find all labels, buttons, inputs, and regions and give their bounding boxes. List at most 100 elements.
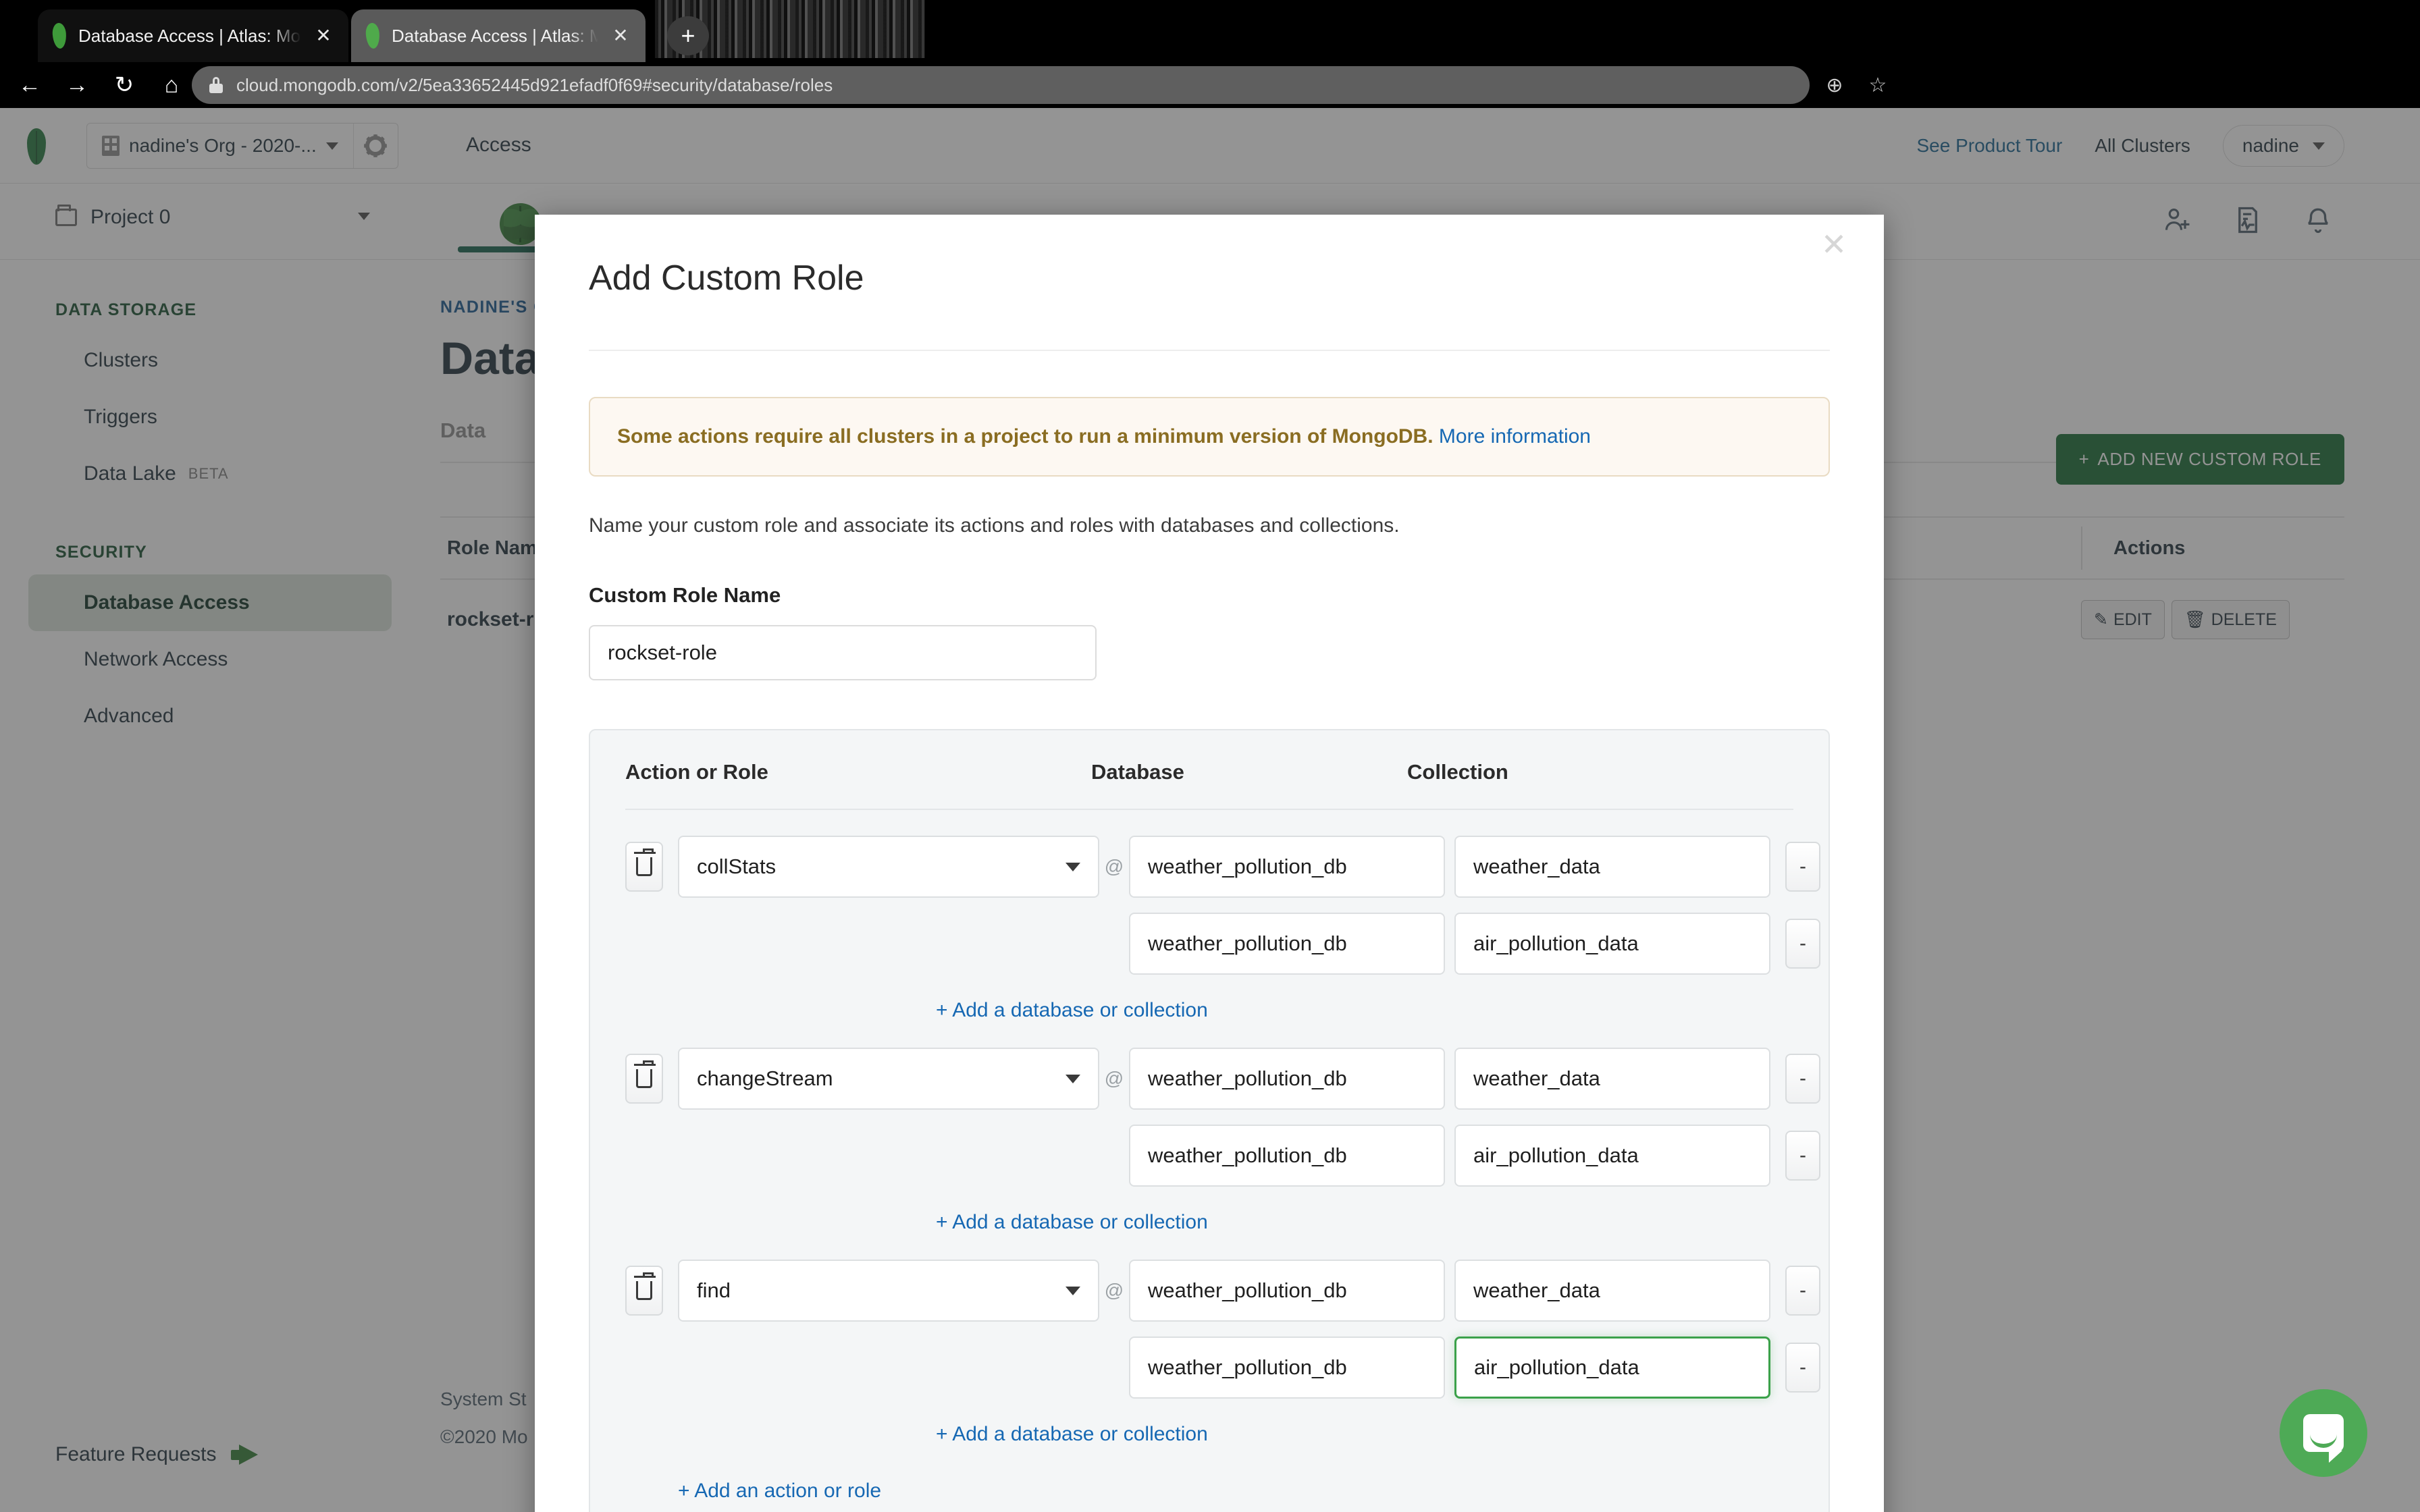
atlas-page: nadine's Org - 2020-... Access See Produ… (0, 108, 2420, 1512)
collection-input[interactable]: weather_data (1454, 836, 1770, 898)
remove-target-button[interactable]: - (1785, 1131, 1820, 1181)
action-group: changeStream @ weather_pollution_db weat… (625, 1022, 1820, 1234)
add-database-or-collection-link[interactable]: + Add a database or collection (936, 999, 1793, 1022)
mongodb-leaf-favicon (51, 22, 68, 49)
browser-tab-1[interactable]: Database Access | Atlas: Mong ✕ (38, 9, 348, 62)
new-tab-button[interactable]: + (667, 16, 709, 55)
action-select-value: collStats (697, 855, 777, 878)
trash-icon (634, 848, 656, 876)
remove-target-button[interactable]: - (1785, 842, 1820, 892)
action-select[interactable]: changeStream (678, 1048, 1099, 1110)
action-target-row: weather_pollution_db air_pollution_data … (625, 1336, 1820, 1399)
chevron-down-icon (1066, 862, 1080, 871)
bookmark-star-icon[interactable]: ☆ (1860, 67, 1896, 103)
remove-target-button[interactable]: - (1785, 919, 1820, 969)
collection-value: air_pollution_data (1473, 932, 1639, 955)
trash-icon (634, 1272, 656, 1300)
action-select-value: find (697, 1278, 731, 1302)
omnibox-actions: ⊕ ☆ (1816, 66, 1896, 104)
divider (589, 350, 1830, 351)
custom-role-name-input[interactable]: rockset-role (589, 625, 1097, 680)
database-input[interactable]: weather_pollution_db (1129, 1125, 1445, 1187)
home-icon[interactable]: ⌂ (154, 68, 189, 103)
zoom-icon[interactable]: ⊕ (1816, 67, 1853, 103)
add-database-or-collection-link[interactable]: + Add a database or collection (936, 1211, 1793, 1234)
back-icon[interactable]: ← (12, 68, 47, 103)
close-icon[interactable]: ✕ (1815, 227, 1853, 265)
database-input[interactable]: weather_pollution_db (1129, 836, 1445, 898)
chat-bubble-icon (2303, 1414, 2344, 1463)
browser-tab-title: Database Access | Atlas: Mong (392, 25, 598, 46)
actions-panel: Action or Role Database Collection collS… (589, 729, 1830, 1512)
add-custom-role-modal: ✕ Add Custom Role Some actions require a… (535, 215, 1884, 1512)
trash-icon (634, 1060, 656, 1088)
collection-value: weather_data (1473, 855, 1600, 878)
at-symbol: @ (1104, 1068, 1124, 1089)
database-input[interactable]: weather_pollution_db (1129, 1048, 1445, 1110)
action-target-row: weather_pollution_db air_pollution_data … (625, 913, 1820, 975)
reload-icon[interactable]: ↻ (107, 68, 142, 103)
custom-role-name-value: rockset-role (608, 641, 717, 664)
collection-input-focused[interactable]: air_pollution_data (1454, 1336, 1770, 1399)
more-information-link[interactable]: More information (1439, 425, 1591, 448)
column-header-collection: Collection (1407, 760, 1508, 784)
collection-value: weather_data (1473, 1066, 1600, 1090)
collection-input[interactable]: air_pollution_data (1454, 913, 1770, 975)
action-row: changeStream @ weather_pollution_db weat… (625, 1048, 1820, 1110)
at-symbol: @ (1104, 856, 1124, 877)
browser-chrome: Database Access | Atlas: Mong ✕ Database… (0, 0, 2420, 169)
browser-tab-title: Database Access | Atlas: Mong (78, 25, 301, 46)
action-row: find @ weather_pollution_db weather_data… (625, 1260, 1820, 1322)
action-select[interactable]: find (678, 1260, 1099, 1322)
action-target-row: weather_pollution_db air_pollution_data … (625, 1125, 1820, 1187)
browser-navbar: ← → ↻ ⌂ cloud.mongodb.com/v2/5ea33652445… (0, 62, 2420, 169)
action-group: find @ weather_pollution_db weather_data… (625, 1234, 1820, 1446)
close-icon[interactable]: ✕ (610, 26, 631, 45)
database-value: weather_pollution_db (1148, 932, 1347, 955)
forward-icon[interactable]: → (59, 68, 95, 103)
collection-value: weather_data (1473, 1278, 1600, 1302)
database-value: weather_pollution_db (1148, 855, 1347, 878)
address-bar[interactable]: cloud.mongodb.com/v2/5ea33652445d921efad… (192, 66, 1810, 104)
chevron-down-icon (1066, 1286, 1080, 1295)
mongodb-leaf-favicon (365, 22, 381, 49)
collection-value: air_pollution_data (1473, 1143, 1639, 1167)
database-input[interactable]: weather_pollution_db (1129, 1260, 1445, 1322)
action-row: collStats @ weather_pollution_db weather… (625, 836, 1820, 898)
collection-input[interactable]: weather_data (1454, 1048, 1770, 1110)
collection-input[interactable]: weather_data (1454, 1260, 1770, 1322)
tab-strip: Database Access | Atlas: Mong ✕ Database… (0, 0, 2420, 62)
warning-text: Some actions require all clusters in a p… (617, 425, 1433, 448)
browser-tab-2[interactable]: Database Access | Atlas: Mong ✕ (351, 9, 646, 62)
add-action-or-role-link[interactable]: + Add an action or role (678, 1480, 1793, 1503)
delete-action-button[interactable] (625, 1054, 663, 1104)
remove-target-button[interactable]: - (1785, 1266, 1820, 1316)
database-value: weather_pollution_db (1148, 1278, 1347, 1302)
modal-title: Add Custom Role (589, 259, 864, 298)
action-select[interactable]: collStats (678, 836, 1099, 898)
address-bar-url: cloud.mongodb.com/v2/5ea33652445d921efad… (236, 74, 833, 95)
column-header-action-or-role: Action or Role (625, 760, 768, 784)
add-database-or-collection-link[interactable]: + Add a database or collection (936, 1423, 1793, 1446)
delete-action-button[interactable] (625, 1266, 663, 1316)
close-icon[interactable]: ✕ (313, 26, 334, 45)
helper-text: Name your custom role and associate its … (589, 514, 1400, 537)
warning-banner: Some actions require all clusters in a p… (589, 397, 1830, 477)
database-value: weather_pollution_db (1148, 1143, 1347, 1167)
remove-target-button[interactable]: - (1785, 1054, 1820, 1104)
at-symbol: @ (1104, 1280, 1124, 1301)
database-value: weather_pollution_db (1148, 1066, 1347, 1090)
delete-action-button[interactable] (625, 842, 663, 892)
database-input[interactable]: weather_pollution_db (1129, 913, 1445, 975)
action-group: collStats @ weather_pollution_db weather… (625, 810, 1820, 1022)
database-input[interactable]: weather_pollution_db (1129, 1336, 1445, 1399)
database-value: weather_pollution_db (1148, 1355, 1347, 1379)
column-header-database: Database (1091, 760, 1184, 784)
remove-target-button[interactable]: - (1785, 1343, 1820, 1393)
action-select-value: changeStream (697, 1066, 833, 1090)
chevron-down-icon (1066, 1074, 1080, 1083)
collection-value: air_pollution_data (1474, 1355, 1639, 1379)
custom-role-name-label: Custom Role Name (589, 583, 781, 607)
intercom-chat-button[interactable] (2280, 1389, 2367, 1477)
collection-input[interactable]: air_pollution_data (1454, 1125, 1770, 1187)
